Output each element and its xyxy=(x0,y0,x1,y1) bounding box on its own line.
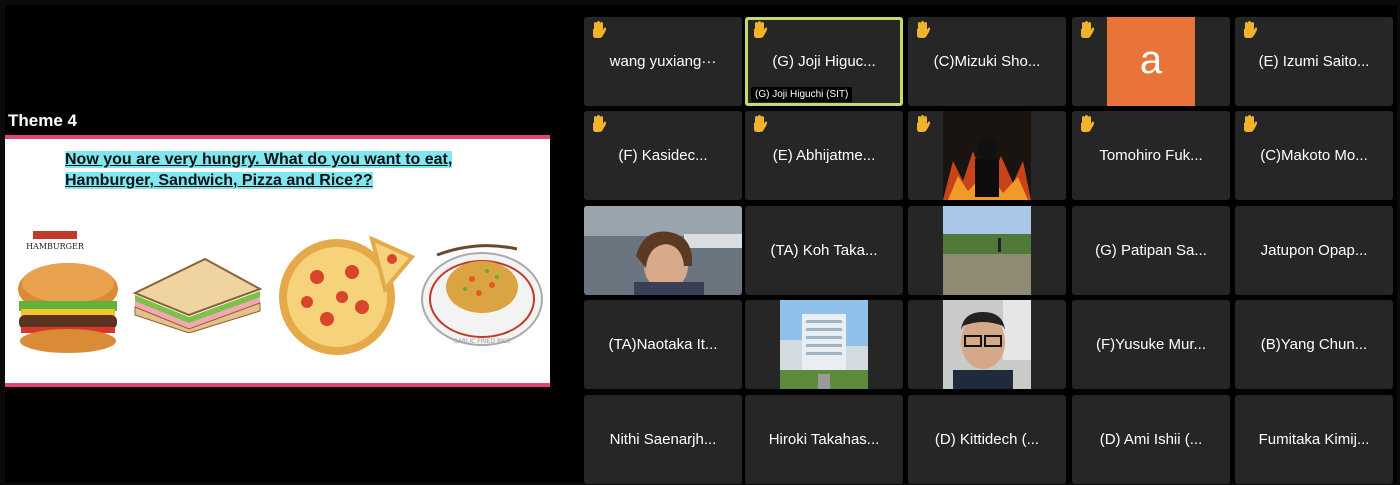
raised-hand-icon xyxy=(1242,115,1258,133)
hamburger-image: HAMBURGER xyxy=(13,227,123,357)
raised-hand-icon xyxy=(752,115,768,133)
participant-tile[interactable]: (F)Yusuke Mur... xyxy=(1072,300,1230,389)
speaker-name-badge: (G) Joji Higuchi (SIT) xyxy=(751,87,853,102)
participant-tile[interactable]: Tomohiro Fuk... xyxy=(1072,111,1230,200)
participant-name: (F)Yusuke Mur... xyxy=(1095,336,1207,353)
participant-tile[interactable]: a xyxy=(1072,17,1230,106)
participant-name: Tomohiro Fuk... xyxy=(1099,147,1203,164)
participant-tile[interactable]: Jatupon Opap... xyxy=(1235,206,1393,295)
fried-rice-image: GARLIC FRIED RICE xyxy=(417,235,547,355)
participant-name: (D) Ami Ishii (... xyxy=(1099,431,1203,448)
participant-tile[interactable] xyxy=(908,300,1066,389)
participant-video xyxy=(584,206,742,295)
rice-plate-text: GARLIC FRIED RICE xyxy=(453,338,511,345)
slide-theme-title: Theme 4 xyxy=(8,111,77,130)
participant-tile[interactable]: (C)Makoto Mo... xyxy=(1235,111,1393,200)
raised-hand-icon xyxy=(1079,21,1095,39)
participant-name: (TA)Naotaka It... xyxy=(608,336,718,353)
participant-name: Nithi Saenarjh... xyxy=(609,431,717,448)
participant-name: Hiroki Takahas... xyxy=(768,431,880,448)
participant-tile[interactable] xyxy=(908,111,1066,200)
participant-name: (C)Makoto Mo... xyxy=(1260,147,1368,164)
participant-video xyxy=(943,111,1031,200)
participant-tile[interactable]: (D) Kittidech (... xyxy=(908,395,1066,484)
raised-hand-icon xyxy=(752,21,768,39)
raised-hand-icon xyxy=(1079,115,1095,133)
participant-name: (D) Kittidech (... xyxy=(934,431,1040,448)
pizza-image xyxy=(267,227,417,357)
raised-hand-icon xyxy=(591,115,607,133)
participant-tile[interactable]: (E) Izumi Saito... xyxy=(1235,17,1393,106)
sandwich-image xyxy=(125,253,265,334)
participant-name: (G) Joji Higuc... xyxy=(772,53,876,70)
participant-avatar: a xyxy=(1107,17,1195,106)
participant-tile[interactable] xyxy=(745,300,903,389)
participant-name: (TA) Koh Taka... xyxy=(770,242,878,259)
slide-top-border xyxy=(5,135,550,139)
participant-name: (B)Yang Chun... xyxy=(1260,336,1368,353)
participant-video xyxy=(943,206,1031,295)
participant-tile[interactable]: (TA)Naotaka It... xyxy=(584,300,742,389)
raised-hand-icon xyxy=(915,21,931,39)
participant-name: (G) Patipan Sa... xyxy=(1095,242,1207,259)
participant-tile[interactable]: (TA) Koh Taka... xyxy=(745,206,903,295)
participant-name: (E) Izumi Saito... xyxy=(1258,53,1370,70)
raised-hand-icon xyxy=(915,115,931,133)
raised-hand-icon xyxy=(1242,21,1258,39)
slide: Now you are very hungry. What do you wan… xyxy=(5,135,550,387)
participant-tile[interactable]: (E) Abhijatme... xyxy=(745,111,903,200)
participant-name: (C)Mizuki Sho... xyxy=(933,53,1041,70)
participant-tile[interactable]: (F) Kasidec... xyxy=(584,111,742,200)
participant-video xyxy=(780,300,868,389)
raised-hand-icon xyxy=(591,21,607,39)
participant-tile[interactable] xyxy=(584,206,742,295)
participant-tile[interactable]: Hiroki Takahas... xyxy=(745,395,903,484)
participant-tile[interactable]: (B)Yang Chun... xyxy=(1235,300,1393,389)
hamburger-banner: HAMBURGER xyxy=(26,242,85,251)
participant-name: wang yuxiang··· xyxy=(609,53,717,70)
participant-tile[interactable] xyxy=(908,206,1066,295)
question-line-2: Hamburger, Sandwich, Pizza and Rice?? xyxy=(65,172,373,189)
slide-bottom-border xyxy=(5,383,550,387)
participant-tile[interactable]: (D) Ami Ishii (... xyxy=(1072,395,1230,484)
shared-screen[interactable]: Theme 4 Now you are very hungry. What do… xyxy=(5,101,550,409)
question-line-1: Now you are very hungry. What do you wan… xyxy=(65,151,453,168)
participant-tile[interactable]: Nithi Saenarjh... xyxy=(584,395,742,484)
participant-tile[interactable]: (G) Patipan Sa... xyxy=(1072,206,1230,295)
participant-video xyxy=(943,300,1031,389)
participant-name: (F) Kasidec... xyxy=(618,147,708,164)
slide-question: Now you are very hungry. What do you wan… xyxy=(65,149,525,191)
participant-tile[interactable]: Fumitaka Kimij... xyxy=(1235,395,1393,484)
participant-name: (E) Abhijatme... xyxy=(772,147,876,164)
participant-name: Jatupon Opap... xyxy=(1260,242,1368,259)
participant-tile[interactable]: (C)Mizuki Sho... xyxy=(908,17,1066,106)
participant-tile[interactable]: (G) Joji Higuc... (G) Joji Higuchi (SIT) xyxy=(745,17,903,106)
participant-name: Fumitaka Kimij... xyxy=(1258,431,1370,448)
participant-tile[interactable]: wang yuxiang··· xyxy=(584,17,742,106)
